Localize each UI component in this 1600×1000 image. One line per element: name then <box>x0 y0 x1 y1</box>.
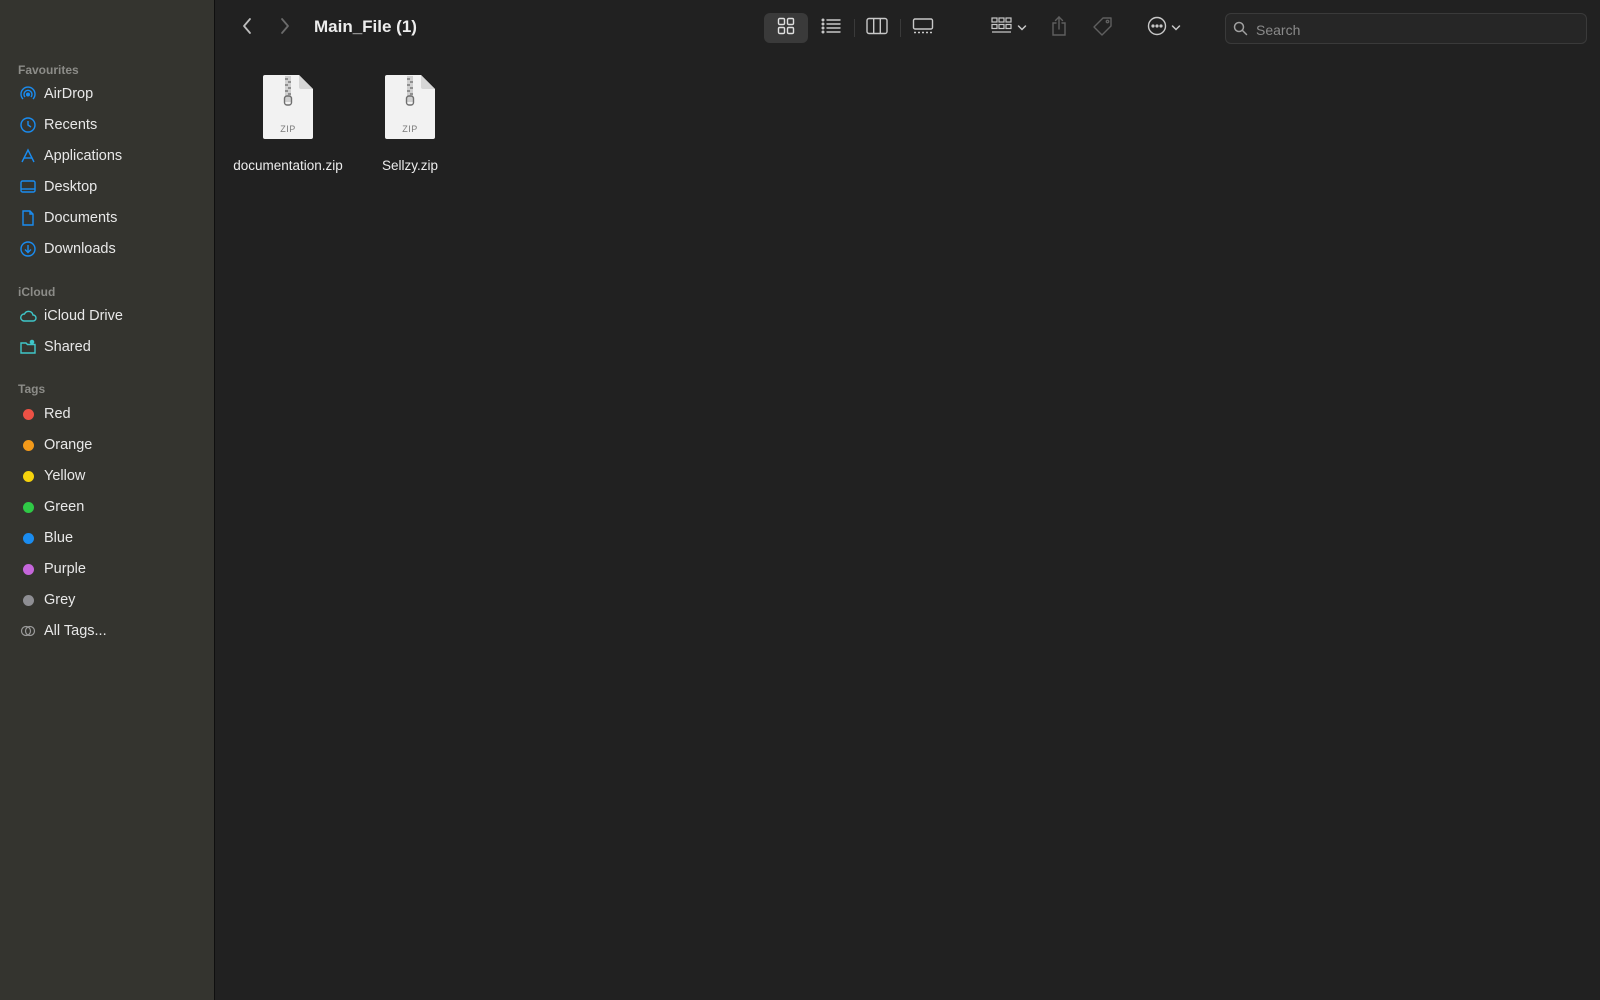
icloud-header: iCloud <box>18 285 56 299</box>
sidebar-item-downloads[interactable]: Downloads <box>10 235 205 263</box>
file-item[interactable]: ZIP documentation.zip <box>229 74 347 174</box>
list-icon <box>821 18 841 39</box>
sidebar-item-label: Applications <box>44 148 123 164</box>
share-icon <box>1050 15 1068 41</box>
sidebar-item-label: Red <box>44 406 71 422</box>
file-item[interactable]: ZIP Sellzy.zip <box>351 74 469 174</box>
main-content: Main_File (1) Search ZIP documentation.z… <box>216 0 1600 1000</box>
sidebar-item-recents[interactable]: Recents <box>10 111 205 139</box>
sidebar-item-label: Recents <box>44 117 98 133</box>
sidebar-item-label: Desktop <box>44 179 98 195</box>
applications-icon <box>18 146 38 166</box>
sidebar-item-desktop[interactable]: Desktop <box>10 173 205 201</box>
zip-file-icon <box>262 74 314 145</box>
sidebar-item-tag-orange[interactable]: Orange <box>10 431 205 459</box>
sidebar-item-tag-blue[interactable]: Blue <box>10 524 205 552</box>
chevron-right-icon <box>279 17 291 40</box>
sidebar-item-label: Downloads <box>44 241 116 257</box>
shared-folder-icon <box>18 337 38 357</box>
share-button[interactable] <box>1042 13 1076 43</box>
chevron-down-icon <box>1171 19 1181 37</box>
search-icon <box>1233 21 1248 41</box>
search-field[interactable] <box>1225 13 1587 45</box>
file-type-badge: ZIP <box>402 124 418 134</box>
gallery-icon <box>912 17 934 40</box>
columns-icon <box>866 17 888 40</box>
sidebar-item-label: Orange <box>44 437 93 453</box>
sidebar-item-label: Grey <box>44 592 76 608</box>
all-tags-icon <box>18 621 38 641</box>
sidebar-item-label: Shared <box>44 339 91 355</box>
forward-button[interactable] <box>271 14 299 42</box>
sidebar-item-label: iCloud Drive <box>44 308 123 324</box>
sidebar-item-shared[interactable]: Shared <box>10 333 205 361</box>
sidebar-item-tag-red[interactable]: Red <box>10 400 205 428</box>
column-view-button[interactable] <box>855 13 899 43</box>
tag-color-dot <box>18 404 38 424</box>
sidebar-item-tag-green[interactable]: Green <box>10 493 205 521</box>
sidebar-item-label: Documents <box>44 210 118 226</box>
group-grid-icon <box>991 16 1013 40</box>
tags-header: Tags <box>18 382 46 396</box>
favourites-header: Favourites <box>18 63 79 77</box>
icon-view-button[interactable] <box>764 13 808 43</box>
sidebar-item-label: Blue <box>44 530 74 546</box>
sidebar-item-label: All Tags... <box>44 623 107 639</box>
tag-color-dot <box>18 528 38 548</box>
document-icon <box>18 208 38 228</box>
clock-icon <box>18 115 38 135</box>
sidebar-item-icloud-drive[interactable]: iCloud Drive <box>10 302 205 330</box>
sidebar-item-tag-purple[interactable]: Purple <box>10 555 205 583</box>
list-view-button[interactable] <box>809 13 853 43</box>
file-name: Sellzy.zip <box>381 158 439 173</box>
search-input[interactable] <box>1254 14 1578 45</box>
airdrop-icon <box>18 84 38 104</box>
sidebar-item-label: Green <box>44 499 85 515</box>
sidebar-item-label: Yellow <box>44 468 86 484</box>
tag-color-dot <box>18 466 38 486</box>
sidebar-item-airdrop[interactable]: AirDrop <box>10 80 205 108</box>
tag-color-dot <box>18 559 38 579</box>
sidebar-item-label: Purple <box>44 561 86 577</box>
window-title: Main_File (1) <box>314 17 417 36</box>
file-name: documentation.zip <box>233 158 343 173</box>
sidebar-item-label: AirDrop <box>44 86 94 102</box>
grid-icon <box>777 17 795 40</box>
sidebar-item-documents[interactable]: Documents <box>10 204 205 232</box>
tag-color-dot <box>18 590 38 610</box>
chevron-left-icon <box>241 17 253 40</box>
cloud-icon <box>18 306 38 326</box>
zip-file-icon <box>384 74 436 145</box>
group-by-button[interactable] <box>984 13 1034 43</box>
file-type-badge: ZIP <box>280 124 296 134</box>
sidebar-item-tag-grey[interactable]: Grey <box>10 586 205 614</box>
desktop-icon <box>18 177 38 197</box>
chevron-down-icon <box>1017 19 1027 37</box>
ellipsis-circle-icon <box>1147 16 1167 41</box>
sidebar-item-applications[interactable]: Applications <box>10 142 205 170</box>
tag-color-dot <box>18 435 38 455</box>
sidebar: Favourites AirDrop Recents Applications <box>0 0 215 1000</box>
sidebar-item-all-tags[interactable]: All Tags... <box>10 617 205 645</box>
sidebar-item-tag-yellow[interactable]: Yellow <box>10 462 205 490</box>
tag-button[interactable] <box>1086 13 1120 43</box>
gallery-view-button[interactable] <box>901 13 945 43</box>
tag-color-dot <box>18 497 38 517</box>
back-button[interactable] <box>233 14 261 42</box>
download-icon <box>18 239 38 259</box>
more-actions-button[interactable] <box>1141 13 1187 43</box>
tag-icon <box>1092 16 1114 41</box>
